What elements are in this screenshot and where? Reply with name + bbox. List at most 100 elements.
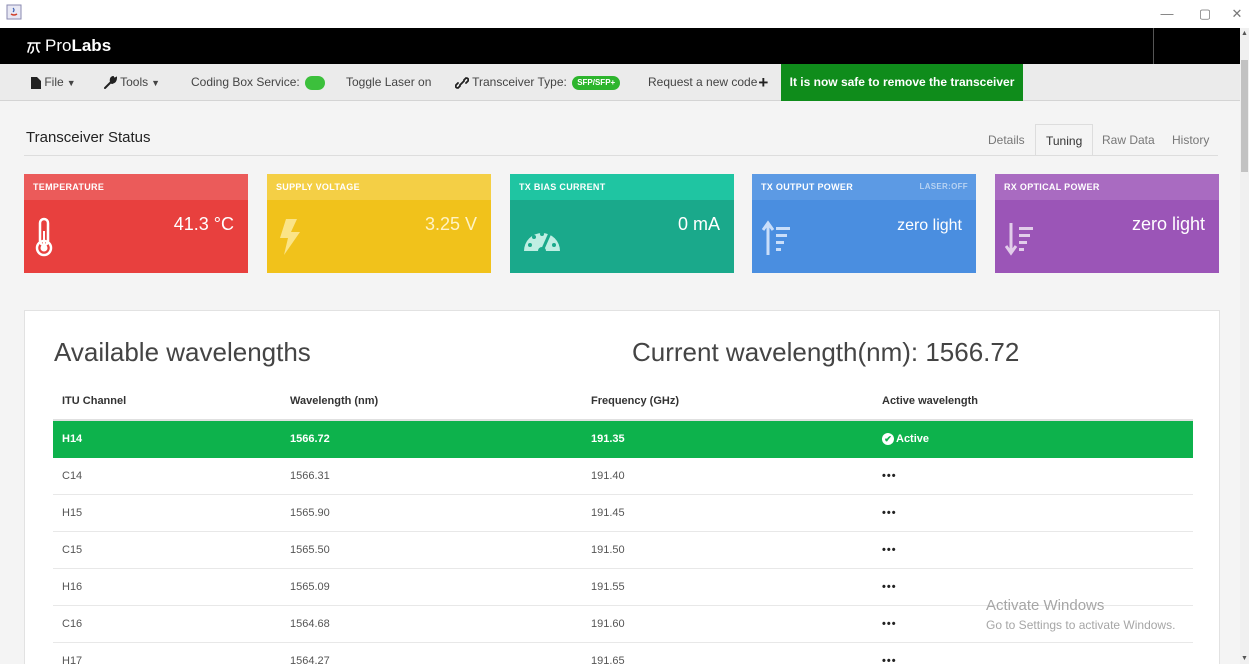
supply-voltage-tile-label: SUPPLY VOLTAGE xyxy=(267,174,491,200)
rx-optical-power-value: zero light xyxy=(1131,214,1205,234)
tab-history[interactable]: History xyxy=(1162,124,1219,156)
channel-cell: C15 xyxy=(62,544,83,556)
channel-cell: C14 xyxy=(62,470,83,482)
file-menu-label: File xyxy=(44,75,64,89)
select-wavelength-button[interactable]: ••• xyxy=(882,495,897,532)
select-wavelength-button[interactable]: ••• xyxy=(882,458,897,495)
active-label: Active xyxy=(896,433,930,445)
available-wavelengths-title: Available wavelengths xyxy=(54,337,311,367)
tx-output-power-tile-label: TX OUTPUT POWER LASER:OFF xyxy=(752,174,976,200)
channel-cell: H15 xyxy=(62,507,83,519)
laser-status-badge: LASER:OFF xyxy=(919,182,968,191)
request-code-label: Request a new code xyxy=(648,75,758,89)
toggle-laser-label: Toggle Laser on xyxy=(346,75,432,89)
tx-output-power-label: TX OUTPUT POWER xyxy=(761,182,853,192)
table-row-active[interactable]: H14 1566.72 191.35 ✔ Active xyxy=(53,421,1193,458)
frequency-cell: 191.55 xyxy=(591,581,625,593)
coding-box-label: Coding Box Service: xyxy=(191,75,300,89)
tools-menu-label: Tools xyxy=(120,75,149,89)
page-title: Transceiver Status xyxy=(26,129,151,146)
wavelength-cell: 1566.72 xyxy=(290,433,330,445)
table-header-row: ITU Channel Wavelength (nm) Frequency (G… xyxy=(53,383,1193,421)
frequency-cell: 191.45 xyxy=(591,507,625,519)
transceiver-type-badge: SFP/SFP+ xyxy=(572,75,621,90)
wavelength-cell: 1566.31 xyxy=(290,470,330,482)
wavelength-cell: 1565.50 xyxy=(290,544,330,556)
check-circle-icon: ✔ xyxy=(882,433,894,446)
frequency-cell: 191.35 xyxy=(591,433,625,445)
plus-icon: + xyxy=(758,73,769,93)
frequency-cell: 191.40 xyxy=(591,470,625,482)
supply-voltage-tile: SUPPLY VOLTAGE 3.25 V xyxy=(267,174,491,273)
supply-voltage-value: 3.25 V xyxy=(424,214,477,234)
current-wavelength: Current wavelength(nm): 1566.72 xyxy=(632,337,1020,367)
channel-cell: H16 xyxy=(62,581,83,593)
select-wavelength-button[interactable]: ••• xyxy=(882,569,897,606)
transceiver-type[interactable]: Transceiver Type: SFP/SFP+ xyxy=(454,64,621,101)
brand-bar: ProLabs xyxy=(0,28,1240,64)
request-code-button[interactable]: Request a new code+ xyxy=(648,64,768,101)
select-wavelength-button[interactable]: ••• xyxy=(882,643,897,664)
active-cell: ✔ Active xyxy=(882,421,929,458)
coding-box-status-toggle[interactable] xyxy=(305,75,326,90)
temperature-value: 41.3 °C xyxy=(173,214,234,234)
rx-optical-power-tile: RX OPTICAL POWER zero light xyxy=(995,174,1219,273)
minimize-button[interactable]: — xyxy=(1152,4,1182,24)
table-row[interactable]: H17 1564.27 191.65 ••• xyxy=(53,643,1193,664)
brand-logo: ProLabs xyxy=(26,36,111,56)
temperature-tile-label: TEMPERATURE xyxy=(24,174,248,200)
prolabs-logo-icon xyxy=(27,41,41,54)
tabs-divider xyxy=(24,155,1218,156)
gauge-icon xyxy=(524,232,560,255)
brand-name-bold: Labs xyxy=(71,36,112,55)
frequency-cell: 191.50 xyxy=(591,544,625,556)
safe-remove-banner: It is now safe to remove the transceiver xyxy=(781,64,1023,101)
scroll-down-arrow-icon[interactable]: ▼ xyxy=(1241,655,1248,662)
tab-tuning[interactable]: Tuning xyxy=(1035,124,1094,156)
sort-descending-icon xyxy=(1005,223,1033,256)
thermometer-icon xyxy=(35,217,53,257)
toggle-laser-button[interactable]: Toggle Laser on xyxy=(346,64,431,101)
main-content: Transceiver Status Details Tuning Raw Da… xyxy=(0,101,1240,664)
column-header-wavelength: Wavelength (nm) xyxy=(290,395,379,407)
column-header-active: Active wavelength xyxy=(882,395,978,407)
frequency-cell: 191.60 xyxy=(591,618,625,630)
file-menu[interactable]: File ▼ xyxy=(31,64,76,101)
channel-cell: H17 xyxy=(62,655,83,664)
vertical-scrollbar[interactable]: ▲ ▼ xyxy=(1240,28,1249,664)
link-icon xyxy=(454,76,470,89)
tx-bias-current-tile-label: TX BIAS CURRENT xyxy=(510,174,734,200)
coding-box-service[interactable]: Coding Box Service: xyxy=(191,64,326,101)
file-icon xyxy=(31,76,41,89)
toolbar: File ▼ Tools ▼ Coding Box Service: Toggle … xyxy=(0,64,1240,101)
wavelength-cell: 1565.90 xyxy=(290,507,330,519)
wrench-icon xyxy=(104,76,118,90)
tools-menu[interactable]: Tools ▼ xyxy=(104,64,160,101)
select-wavelength-button[interactable]: ••• xyxy=(882,532,897,569)
tab-raw-data[interactable]: Raw Data xyxy=(1092,124,1165,156)
table-row[interactable]: H15 1565.90 191.45 ••• xyxy=(53,495,1193,532)
wavelength-cell: 1564.68 xyxy=(290,618,330,630)
activate-windows-watermark-subtitle: Go to Settings to activate Windows. xyxy=(986,618,1176,632)
table-row[interactable]: C14 1566.31 191.40 ••• xyxy=(53,458,1193,495)
table-row[interactable]: C15 1565.50 191.50 ••• xyxy=(53,532,1193,569)
brand-divider xyxy=(1153,28,1154,64)
window-titlebar: — ▢ ✕ xyxy=(0,0,1249,28)
tx-bias-current-tile: TX BIAS CURRENT 0 mA xyxy=(510,174,734,273)
java-app-icon xyxy=(6,4,22,20)
chevron-down-icon: ▼ xyxy=(66,78,76,88)
activate-windows-watermark-title: Activate Windows xyxy=(986,597,1105,614)
channel-cell: H14 xyxy=(62,433,83,445)
tx-output-power-tile: TX OUTPUT POWER LASER:OFF zero light xyxy=(752,174,976,273)
tab-details[interactable]: Details xyxy=(978,124,1035,156)
close-button[interactable]: ✕ xyxy=(1222,4,1249,24)
column-header-itu-channel: ITU Channel xyxy=(62,395,127,407)
sort-ascending-icon xyxy=(762,220,790,255)
scroll-up-arrow-icon[interactable]: ▲ xyxy=(1241,30,1248,37)
scrollbar-thumb[interactable] xyxy=(1241,60,1248,172)
temperature-tile: TEMPERATURE 41.3 °C xyxy=(24,174,248,273)
tx-output-power-value: zero light xyxy=(897,217,962,234)
maximize-button[interactable]: ▢ xyxy=(1190,4,1220,24)
select-wavelength-button[interactable]: ••• xyxy=(882,606,897,643)
wavelength-cell: 1565.09 xyxy=(290,581,330,593)
